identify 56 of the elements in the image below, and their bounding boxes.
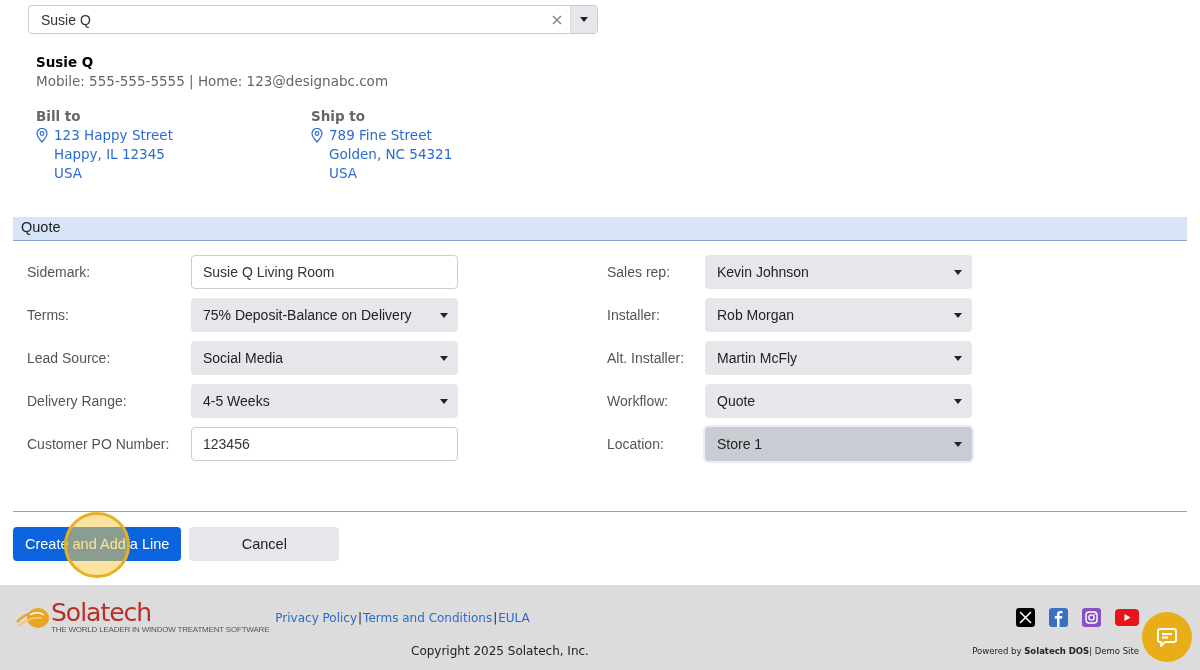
field-label: Sales rep: bbox=[607, 264, 672, 280]
field-label: Workflow: bbox=[607, 393, 670, 409]
logo-text: Solatech bbox=[51, 601, 153, 625]
field-label: Alt. Installer: bbox=[607, 350, 686, 366]
caret-icon bbox=[440, 312, 448, 318]
text-field[interactable]: Susie Q Living Room bbox=[191, 255, 458, 289]
footer-link[interactable]: Privacy Policy bbox=[275, 610, 358, 625]
location-pin-icon bbox=[311, 128, 323, 143]
section-header: Quote bbox=[13, 217, 1187, 241]
field-label: Customer PO Number: bbox=[27, 436, 171, 452]
caret-icon bbox=[954, 312, 962, 318]
address-link[interactable]: 789 Fine Street Golden, NC 54321 USA bbox=[329, 126, 453, 183]
caret-icon bbox=[954, 269, 962, 275]
address-heading: Ship to bbox=[311, 108, 367, 124]
footer-link[interactable]: Terms and Conditions bbox=[363, 610, 493, 625]
x-icon[interactable] bbox=[1016, 608, 1035, 627]
text-field[interactable]: 123456 bbox=[191, 427, 458, 461]
select-field[interactable]: Social Media bbox=[191, 341, 458, 375]
select-field[interactable]: 4-5 Weeks bbox=[191, 384, 458, 418]
dropdown-button[interactable] bbox=[570, 6, 597, 33]
footer-link[interactable]: EULA bbox=[498, 610, 530, 625]
select-field[interactable]: Store 1 bbox=[705, 427, 972, 461]
caret-icon bbox=[954, 398, 962, 404]
field-label: Delivery Range: bbox=[27, 393, 128, 409]
logo-tagline: THE WORLD LEADER IN WINDOW TREATMENT SOFTWARE bbox=[51, 625, 270, 634]
customer-select[interactable]: Susie Q bbox=[28, 5, 598, 34]
field-label: Terms: bbox=[27, 307, 70, 323]
chat-icon bbox=[1157, 627, 1177, 647]
caret-icon bbox=[440, 398, 448, 404]
instagram-icon[interactable] bbox=[1082, 608, 1101, 627]
facebook-icon[interactable] bbox=[1049, 608, 1068, 627]
powered-by-text: Powered by Solatech DOS| Demo Site bbox=[972, 646, 1139, 656]
caret-icon bbox=[954, 355, 962, 361]
field-label: Installer: bbox=[607, 307, 661, 323]
address-heading: Bill to bbox=[36, 108, 82, 124]
address-link[interactable]: 123 Happy Street Happy, IL 12345 USA bbox=[54, 126, 173, 183]
select-field[interactable]: Quote bbox=[705, 384, 972, 418]
select-field[interactable]: Martin McFly bbox=[705, 341, 972, 375]
youtube-icon[interactable] bbox=[1115, 609, 1139, 626]
caret-icon bbox=[440, 355, 448, 361]
logo-swirl-icon bbox=[16, 605, 50, 630]
select-field[interactable]: Kevin Johnson bbox=[705, 255, 972, 289]
field-label: Lead Source: bbox=[27, 350, 112, 366]
contact-details: Mobile: 555-555-5555 | Home: 123@designabc.com bbox=[36, 73, 390, 89]
separator: | bbox=[357, 610, 363, 625]
caret-icon bbox=[580, 17, 588, 22]
select-field[interactable]: Rob Morgan bbox=[705, 298, 972, 332]
copyright-text: Copyright 2025 Solatech, Inc. bbox=[411, 644, 589, 658]
location-pin-icon bbox=[36, 128, 48, 143]
cancel-button[interactable]: Cancel bbox=[189, 527, 340, 561]
customer-name: Susie Q bbox=[36, 54, 95, 70]
field-label: Sidemark: bbox=[27, 264, 92, 280]
select-field[interactable]: 75% Deposit-Balance on Delivery bbox=[191, 298, 458, 332]
field-label: Location: bbox=[607, 436, 665, 452]
separator: | bbox=[492, 610, 499, 625]
caret-icon bbox=[954, 441, 962, 447]
